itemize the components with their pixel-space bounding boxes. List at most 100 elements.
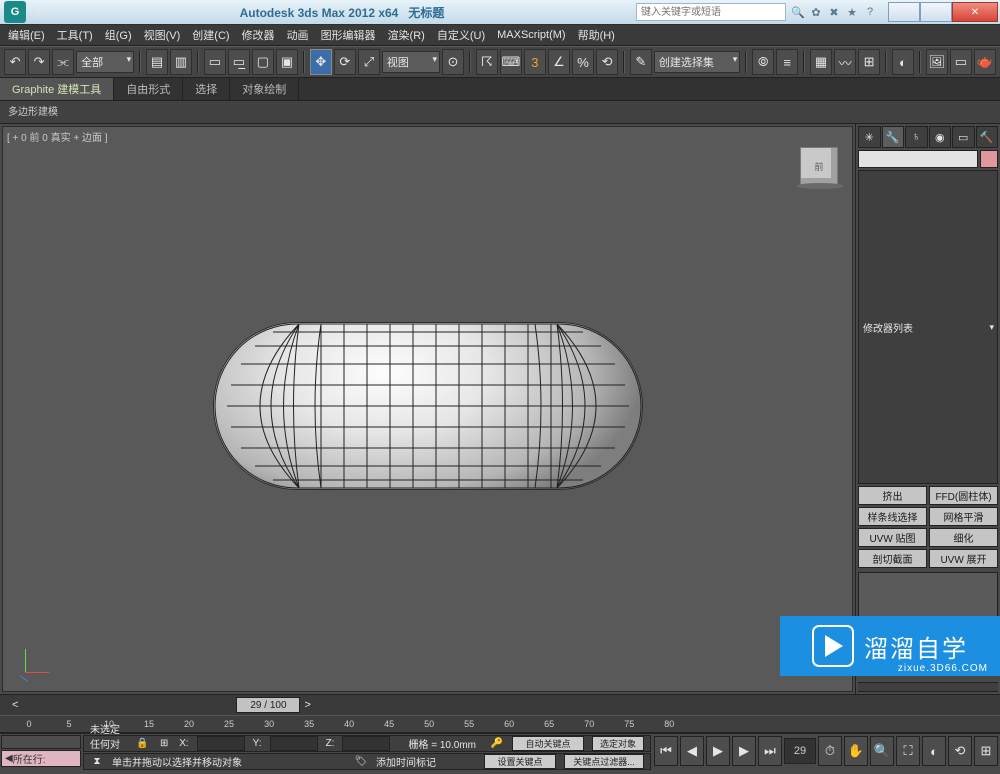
nav-pan-icon[interactable]: ✋ [844,736,868,766]
move-icon[interactable]: ✥ [310,49,332,75]
ribbon-subpanel[interactable]: 多边形建模 [0,101,1000,124]
mod-btn-meshsmooth[interactable]: 网格平滑 [929,507,998,526]
minimize-button[interactable]: — [888,2,920,22]
titlebar-dropdown-icon[interactable]: ▾ [30,3,48,21]
menu-modifiers[interactable]: 修改器 [236,25,281,45]
rotate-icon[interactable]: ⟳ [334,49,356,75]
menu-edit[interactable]: 编辑(E) [2,25,51,45]
goto-end-icon[interactable]: ⏭ [758,736,782,766]
redo-icon[interactable]: ↷ [28,49,50,75]
viewport-front[interactable]: [ + 0 前 0 真实 + 边面 ] 前 [2,126,853,692]
play-icon[interactable]: ▶ [706,736,730,766]
object-color-swatch[interactable] [980,150,998,168]
panel-tab-hierarchy-icon[interactable]: ♄ [905,126,928,148]
pivot-icon[interactable]: ⊙ [442,49,464,75]
panel-tab-display-icon[interactable]: ▭ [952,126,975,148]
mod-btn-ffd[interactable]: FFD(圆柱体) [929,486,998,505]
goto-start-icon[interactable]: ⏮ [654,736,678,766]
panel-tab-utilities-icon[interactable]: 🔨 [976,126,999,148]
rendered-frame-icon[interactable]: ▭ [950,49,972,75]
scale-icon[interactable]: ⤢ [358,49,380,75]
x-field[interactable] [197,736,245,751]
menu-animation[interactable]: 动画 [281,25,315,45]
search-icon[interactable]: 🔍 [790,4,806,20]
nav-zoom-icon[interactable]: 🔍 [870,736,894,766]
app-icon[interactable]: G [4,1,26,23]
mod-btn-extrude[interactable]: 挤出 [858,486,927,505]
selection-filter-dropdown[interactable]: 全部 [76,51,134,73]
mod-btn-uvwmap[interactable]: UVW 贴图 [858,528,927,547]
mirror-icon[interactable]: ⦾ [752,49,774,75]
snap-icon[interactable]: 3 [524,49,546,75]
undo-icon[interactable]: ↶ [4,49,26,75]
viewcube[interactable]: 前 [800,147,838,185]
layers-icon[interactable]: ▥ [170,49,192,75]
track-bar[interactable]: 0 5 10 15 20 25 30 35 40 45 50 55 60 65 … [0,715,1000,733]
help-search-input[interactable] [636,3,786,21]
mod-btn-tessellate[interactable]: 细化 [929,528,998,547]
tab-selection[interactable]: 选择 [183,78,230,100]
angle-snap-icon[interactable]: ∠ [548,49,570,75]
schematic-view-icon[interactable]: ⊞ [858,49,880,75]
percent-snap-icon[interactable]: % [572,49,594,75]
current-frame-field[interactable]: 29 [784,738,816,764]
subscription-icon[interactable]: ✿ [808,4,824,20]
lock-icon[interactable]: 🔒 [135,737,149,751]
window-crossing-icon[interactable]: ▣ [276,49,298,75]
favorite-icon[interactable]: ★ [844,4,860,20]
timetag-icon[interactable]: ⧗ [90,755,104,769]
exchange-icon[interactable]: ✖ [826,4,842,20]
viewcube-base[interactable] [796,183,844,189]
nav-orbit-icon[interactable]: ⟲ [948,736,972,766]
select-region-icon[interactable]: ▢ [252,49,274,75]
menu-create[interactable]: 创建(C) [186,25,235,45]
menu-tools[interactable]: 工具(T) [51,25,99,45]
menu-group[interactable]: 组(G) [99,25,138,45]
sel-sets-dropdown[interactable]: 选定对象 [592,736,644,751]
maxscript-mini-listener[interactable] [1,735,81,749]
panel-rollout-handle[interactable] [858,682,998,692]
keyboard-shortcut-icon[interactable]: ⌨ [500,49,522,75]
layer-manager-icon[interactable]: ▦ [810,49,832,75]
manipulate-icon[interactable]: ☈ [476,49,498,75]
align-icon[interactable]: ≡ [776,49,798,75]
ref-coord-dropdown[interactable]: 视图 [382,51,440,73]
link-icon[interactable]: ⫘ [52,49,74,75]
select-name-icon[interactable]: ▭̲ [228,49,250,75]
prev-frame-icon[interactable]: ◀ [680,736,704,766]
menu-rendering[interactable]: 渲染(R) [382,25,431,45]
tab-freeform[interactable]: 自由形式 [114,78,183,100]
material-editor-icon[interactable]: ◐ [892,49,914,75]
maximize-button[interactable]: ☐ [920,2,952,22]
time-config-icon[interactable]: ⏱ [818,736,842,766]
panel-tab-create-icon[interactable]: ✳ [858,126,881,148]
tab-graphite[interactable]: Graphite 建模工具 [0,78,114,100]
menu-help[interactable]: 帮助(H) [572,25,621,45]
render-icon[interactable]: 🫖 [974,49,996,75]
close-button[interactable]: ✕ [952,2,998,22]
modifier-list-dropdown[interactable]: 修改器列表 [858,170,998,484]
tag-marker-icon[interactable]: 🏷 [354,755,368,769]
menu-maxscript[interactable]: MAXScript(M) [491,27,571,43]
key-icon[interactable]: 🔑 [490,737,504,751]
panel-tab-motion-icon[interactable]: ◉ [929,126,952,148]
editnamed-icon[interactable]: ✎ [630,49,652,75]
named-selection-dropdown[interactable]: 创建选择集 [654,51,740,73]
capsule-object[interactable] [213,322,643,490]
y-field[interactable] [270,736,318,751]
z-field[interactable] [342,736,390,751]
select-icon[interactable]: ▭ [204,49,226,75]
menu-customize[interactable]: 自定义(U) [431,25,491,45]
track-row-button[interactable]: ◀ 所在行: [1,750,81,767]
curve-editor-icon[interactable]: 〰 [834,49,856,75]
mod-btn-slice[interactable]: 剖切截面 [858,549,927,568]
menu-grapheditors[interactable]: 图形编辑器 [315,25,382,45]
menu-views[interactable]: 视图(V) [138,25,187,45]
nav-fov-icon[interactable]: ◐ [922,736,946,766]
spinner-snap-icon[interactable]: ⟲ [596,49,618,75]
tab-objectpaint[interactable]: 对象绘制 [230,78,299,100]
mod-btn-unwrap[interactable]: UVW 展开 [929,549,998,568]
object-name-field[interactable] [858,150,978,168]
nav-zoomext-icon[interactable]: ⛶ [896,736,920,766]
mod-btn-spline[interactable]: 样条线选择 [858,507,927,526]
